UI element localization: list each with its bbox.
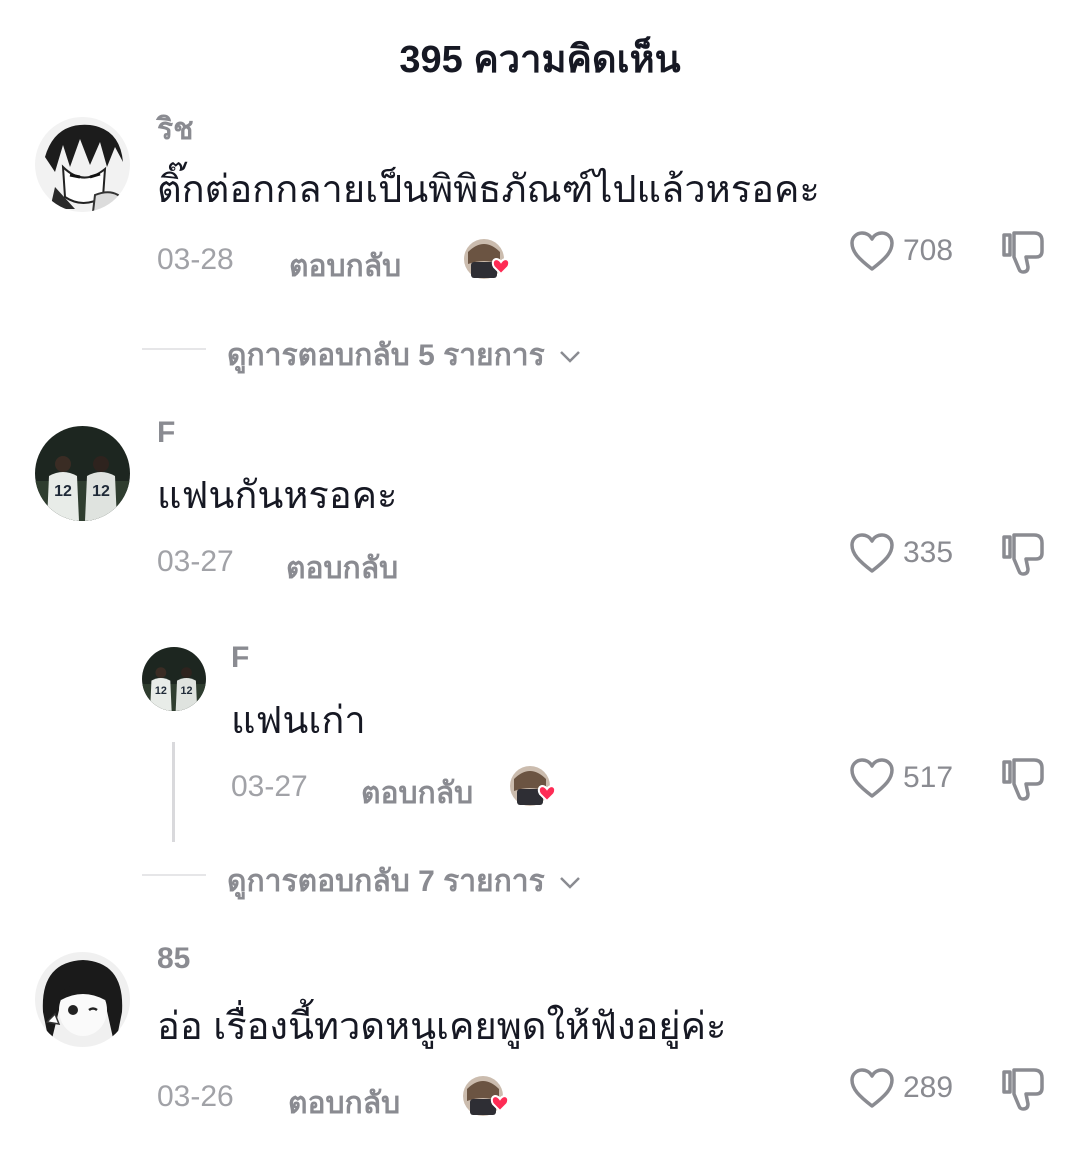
thumbs-down-icon[interactable] (1000, 229, 1046, 275)
creator-liked-badge (463, 238, 511, 280)
comment-username[interactable]: F (157, 416, 175, 450)
thread-line (172, 742, 175, 842)
reply-button[interactable]: ตอบกลับ (361, 770, 473, 817)
svg-text:12: 12 (54, 483, 72, 500)
like-count: 289 (903, 1071, 954, 1104)
comment-date: 03-26 (157, 1080, 234, 1113)
like-count: 708 (903, 234, 954, 267)
heart-outline-icon[interactable] (849, 532, 895, 574)
thumbs-down-icon[interactable] (1000, 1066, 1046, 1112)
comment-username[interactable]: F (231, 641, 249, 675)
replies-divider (142, 874, 206, 876)
chevron-down-icon (560, 351, 580, 363)
svg-text:12: 12 (92, 483, 110, 500)
creator-liked-badge (509, 765, 557, 807)
view-replies-button[interactable]: ดูการตอบกลับ 7 รายการ (227, 858, 581, 905)
thumbs-down-icon[interactable] (1000, 531, 1046, 577)
view-replies-label: ดูการตอบกลับ 5 รายการ (227, 339, 545, 372)
comment-date: 03-27 (231, 770, 308, 803)
like-count: 517 (903, 761, 954, 794)
comment-text: แฟนเก่า (231, 700, 366, 742)
comment-username[interactable]: ริช (157, 106, 193, 153)
svg-text:12: 12 (155, 685, 167, 697)
comment-text: อ่อ เรื่องนี้ทวดหนูเคยพูดให้ฟังอยู่ค่ะ (157, 1006, 727, 1048)
comment-text: แฟนกันหรอคะ (157, 475, 398, 517)
commenter-avatar[interactable]: 12 12 (35, 426, 130, 521)
chevron-down-icon (560, 877, 580, 889)
comments-count-title: 395 ความคิดเห็น (399, 39, 681, 81)
comment-text: ติ๊กต่อกกลายเป็นพิพิธภัณฑ์ไปแล้วหรอคะ (157, 169, 820, 211)
view-replies-label: ดูการตอบกลับ 7 รายการ (227, 865, 545, 898)
reply-button[interactable]: ตอบกลับ (289, 243, 401, 290)
reply-button[interactable]: ตอบกลับ (288, 1080, 400, 1127)
view-replies-button[interactable]: ดูการตอบกลับ 5 รายการ (227, 332, 581, 379)
reply-button[interactable]: ตอบกลับ (286, 545, 398, 592)
commenter-avatar[interactable] (35, 117, 130, 212)
like-count: 335 (903, 536, 954, 569)
creator-liked-badge (462, 1075, 510, 1117)
reply-avatar[interactable]: 12 12 (142, 647, 206, 711)
comment-date: 03-27 (157, 545, 234, 578)
comment-date: 03-28 (157, 243, 234, 276)
comment-username[interactable]: 85 (157, 942, 190, 976)
heart-outline-icon[interactable] (849, 230, 895, 272)
heart-outline-icon[interactable] (849, 757, 895, 799)
commenter-avatar[interactable] (35, 952, 130, 1047)
replies-divider (142, 348, 206, 350)
svg-text:12: 12 (180, 685, 192, 697)
heart-outline-icon[interactable] (849, 1067, 895, 1109)
thumbs-down-icon[interactable] (1000, 756, 1046, 802)
